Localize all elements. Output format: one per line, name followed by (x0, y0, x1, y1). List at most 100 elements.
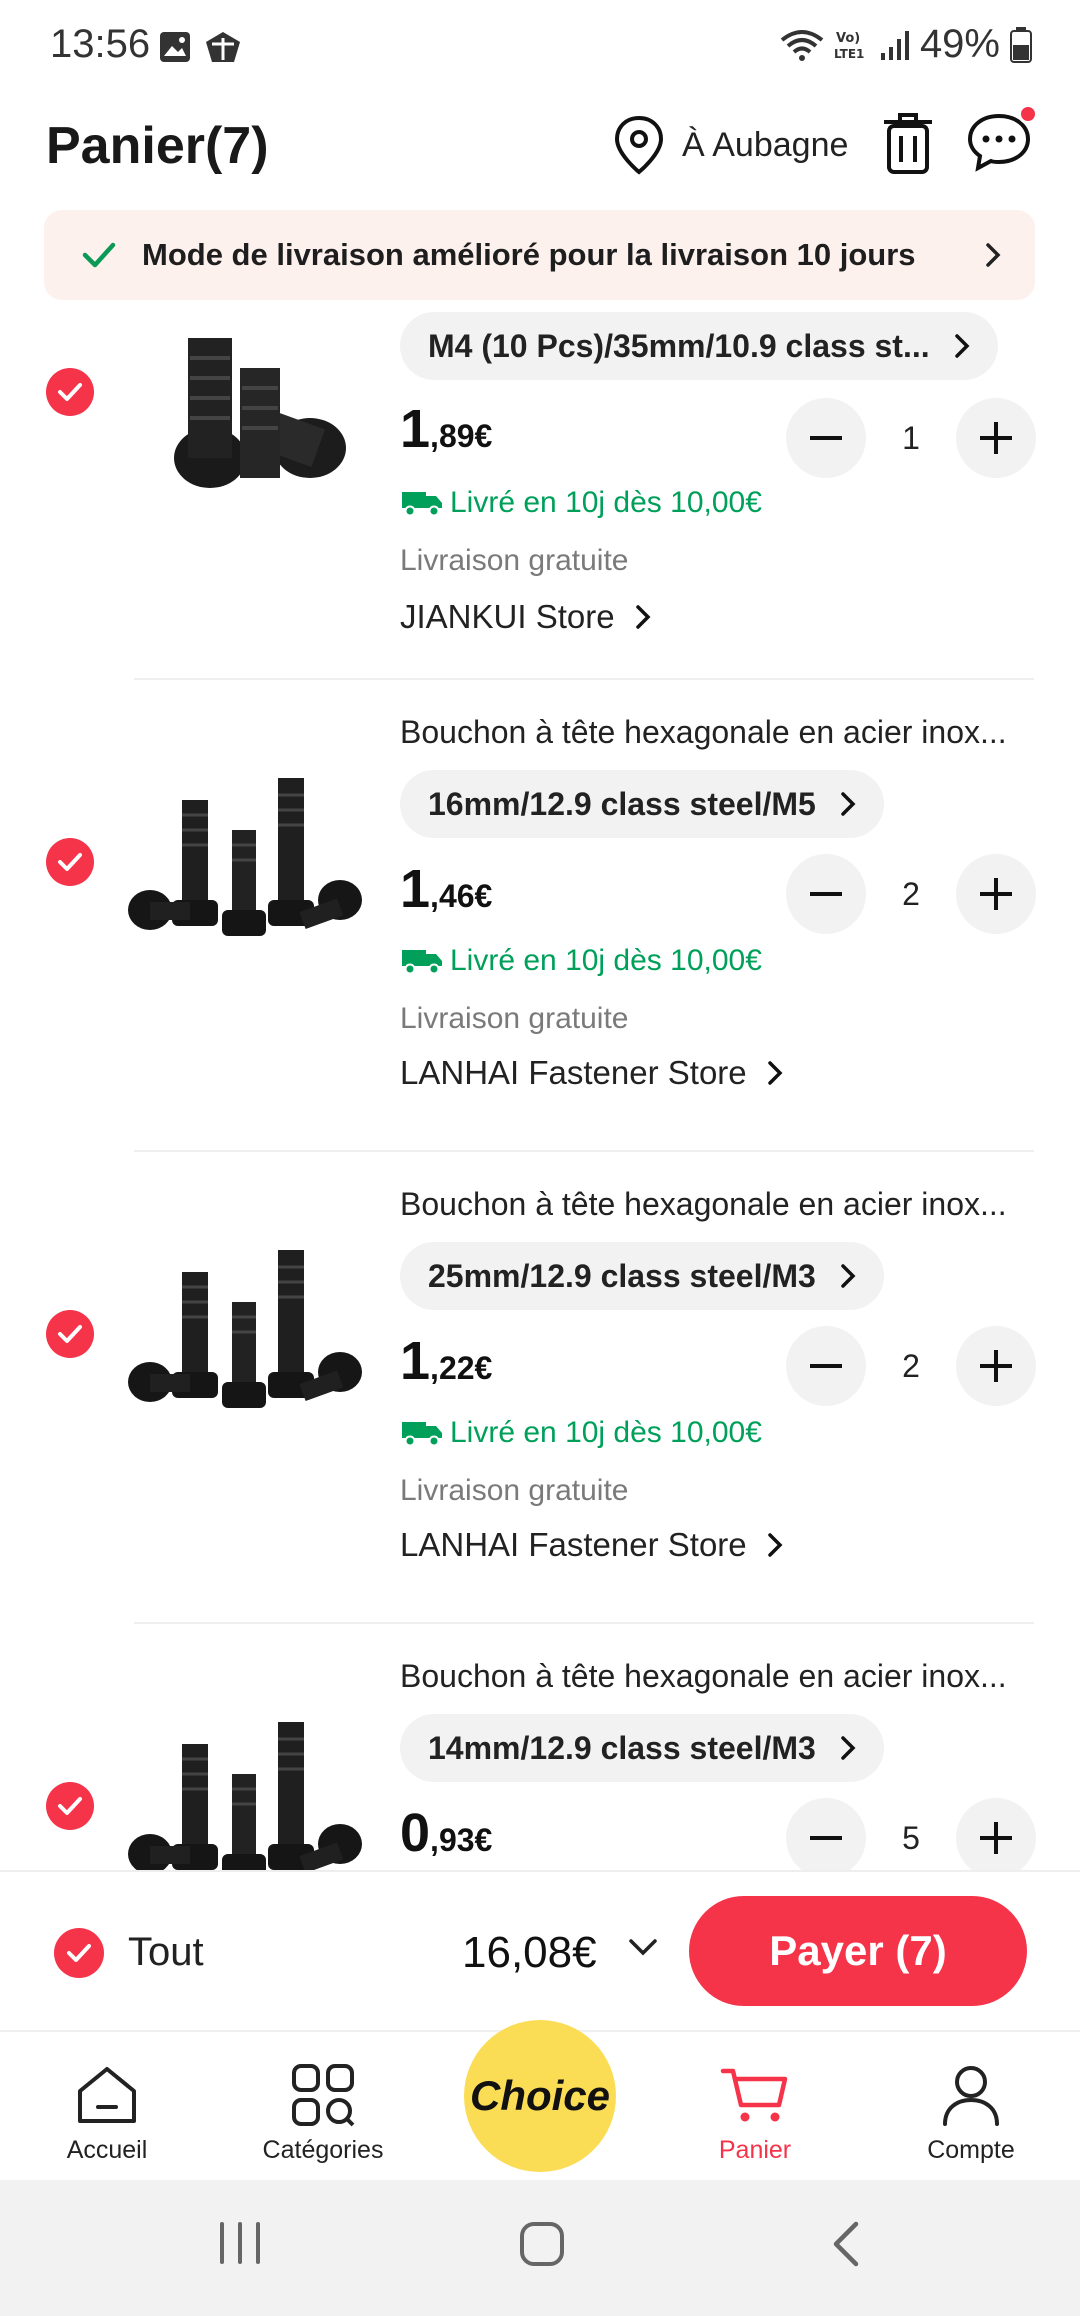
checkmark-icon (58, 383, 82, 401)
nav-categories-label: Catégories (262, 2136, 384, 2164)
item-price: 1,89€ (400, 399, 493, 459)
delivery-location[interactable]: À Aubagne (612, 114, 848, 176)
minus-icon (810, 892, 842, 896)
recent-apps-icon[interactable] (216, 2218, 264, 2268)
sku-selector[interactable]: 25mm/12.9 class steel/M3 (400, 1242, 884, 1310)
banner-text: Mode de livraison amélioré pour la livra… (142, 237, 916, 272)
delivery-info: Livré en 10j dès 10,00€ (400, 944, 762, 978)
increase-button[interactable] (955, 398, 1036, 478)
battery-icon (1010, 26, 1032, 63)
quantity-value: 5 (902, 1819, 920, 1856)
sku-selector[interactable]: 14mm/12.9 class steel/M3 (400, 1714, 884, 1782)
select-all-checkbox[interactable] (54, 1928, 104, 1978)
product-name[interactable]: Bouchon à tête hexagonale en acier inox.… (400, 714, 1040, 751)
store-name: LANHAI Fastener Store (400, 1054, 747, 1091)
gallery-icon (160, 32, 190, 62)
cart-header: Panier(7) À Aubagne (0, 96, 1080, 206)
truck-icon (402, 492, 442, 517)
messages-button[interactable] (966, 104, 1038, 177)
quantity-stepper[interactable]: 2 (786, 1326, 1036, 1406)
item-checkbox[interactable] (46, 838, 94, 886)
delete-button[interactable] (880, 110, 936, 181)
item-divider (134, 678, 1034, 680)
location-pin-icon (614, 115, 664, 175)
product-name[interactable]: Bouchon à tête hexagonale en acier inox.… (400, 1186, 1040, 1223)
chevron-right-icon (767, 1061, 783, 1085)
decrease-button[interactable] (786, 854, 866, 934)
pay-button[interactable]: Payer (7) (689, 1896, 1027, 2006)
chevron-down-icon[interactable] (628, 1938, 658, 1956)
sku-label: M4 (10 Pcs)/35mm/10.9 class st... (428, 327, 930, 364)
item-price: 1,46€ (400, 859, 493, 919)
checkmark-icon (58, 853, 82, 871)
quantity-value: 2 (902, 1347, 920, 1384)
item-divider (134, 1150, 1034, 1152)
item-price: 0,93€ (400, 1803, 493, 1863)
check-icon (82, 242, 116, 268)
increase-button[interactable] (955, 854, 1036, 934)
item-checkbox[interactable] (46, 1782, 94, 1830)
quantity-stepper[interactable]: 1 (786, 398, 1036, 478)
store-link[interactable]: JIANKUI Store (400, 598, 651, 636)
trash-icon (884, 113, 932, 174)
store-link[interactable]: LANHAI Fastener Store (400, 1526, 783, 1564)
product-name[interactable]: Bouchon à tête hexagonale en acier inox.… (400, 1658, 1040, 1695)
delivery-text: Livré en 10j dès 10,00€ (450, 1416, 762, 1449)
checkout-bar: Tout 16,08€ Payer (7) (0, 1870, 1080, 2030)
minus-icon (810, 436, 842, 440)
cart-item: Bouchon à tête hexagonale en acier inox.… (0, 1154, 1080, 1626)
free-shipping-label: Livraison gratuite (400, 1002, 629, 1035)
nav-cart[interactable]: Panier (665, 2032, 845, 2182)
signal-icon (880, 30, 909, 60)
svg-text:LTE1: LTE1 (834, 47, 864, 61)
cart-item: Bouchon à tête hexagonale en acier inox.… (0, 1626, 1080, 1870)
nav-home[interactable]: Accueil (17, 2032, 197, 2182)
item-checkbox[interactable] (46, 1310, 94, 1358)
categories-icon (292, 2064, 355, 2127)
shipping-upgrade-banner[interactable]: Mode de livraison amélioré pour la livra… (44, 210, 1035, 300)
plus-icon (979, 422, 1012, 454)
minus-icon (810, 1364, 842, 1368)
decrease-button[interactable] (786, 398, 866, 478)
cart-item-list[interactable]: M4 (10 Pcs)/35mm/10.9 class st... 1,89€ … (0, 310, 1080, 1870)
sku-label: 16mm/12.9 class steel/M5 (428, 785, 816, 822)
nav-cart-label: Panier (718, 2136, 792, 2164)
increase-button[interactable] (955, 1798, 1036, 1870)
increase-button[interactable] (955, 1326, 1036, 1406)
store-link[interactable]: LANHAI Fastener Store (400, 1054, 783, 1092)
checkmark-icon (58, 1325, 82, 1343)
truck-icon (402, 950, 442, 975)
unread-dot (1018, 104, 1038, 124)
chevron-right-icon (986, 243, 1001, 267)
checkmark-icon (58, 1797, 82, 1815)
battery-percent: 49% (919, 22, 1000, 66)
home-system-icon[interactable] (516, 2218, 568, 2270)
sku-label: 14mm/12.9 class steel/M3 (428, 1729, 816, 1766)
total-price[interactable]: 16,08€ (462, 1928, 597, 1978)
chevron-right-icon (635, 605, 651, 629)
sku-selector[interactable]: M4 (10 Pcs)/35mm/10.9 class st... (400, 312, 998, 380)
status-bar: 13:56 Vo) LTE1 49% (0, 0, 1080, 96)
item-checkbox[interactable] (46, 368, 94, 416)
decrease-button[interactable] (786, 1326, 866, 1406)
quantity-stepper[interactable]: 2 (786, 854, 1036, 934)
status-notification-icons (158, 30, 242, 66)
sku-selector[interactable]: 16mm/12.9 class steel/M5 (400, 770, 884, 838)
select-all-label[interactable]: Tout (128, 1930, 204, 1975)
quantity-stepper[interactable]: 5 (786, 1798, 1036, 1870)
sku-label: 25mm/12.9 class steel/M3 (428, 1257, 816, 1294)
nav-account[interactable]: Compte (881, 2032, 1061, 2182)
account-icon (943, 2066, 999, 2126)
home-icon (78, 2067, 136, 2123)
free-shipping-label: Livraison gratuite (400, 544, 629, 577)
decrease-button[interactable] (786, 1798, 866, 1870)
chevron-right-icon (767, 1533, 783, 1557)
product-image (120, 310, 370, 498)
back-icon[interactable] (828, 2218, 864, 2270)
chevron-right-icon (841, 1264, 856, 1288)
plus-icon (979, 878, 1012, 910)
chevron-right-icon (841, 1736, 856, 1760)
nav-categories[interactable]: Catégories (233, 2032, 413, 2182)
product-image (120, 1704, 370, 1870)
nav-choice-button[interactable]: Choice (464, 2020, 616, 2172)
